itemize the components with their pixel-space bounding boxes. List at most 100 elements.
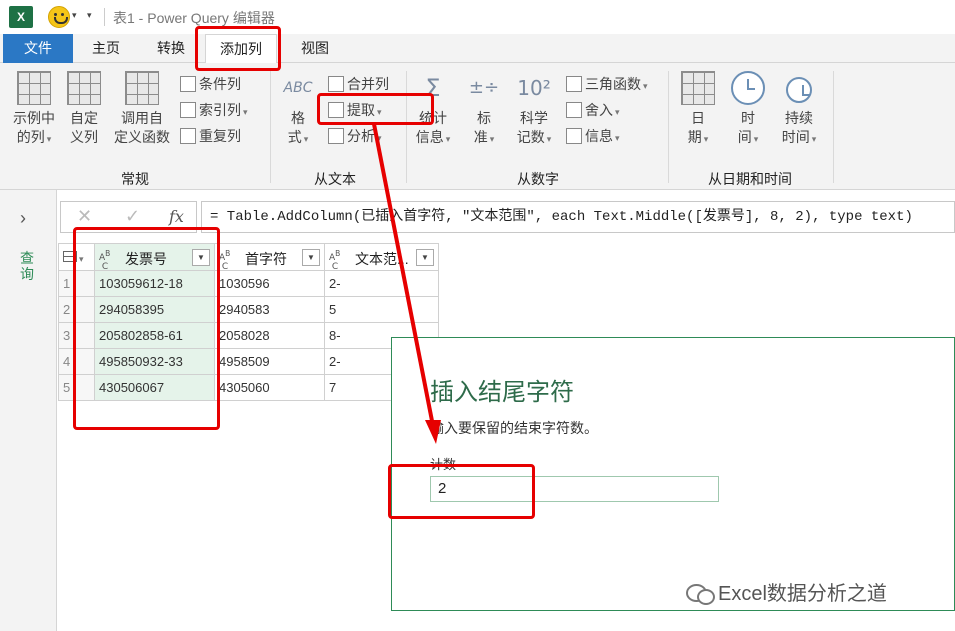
chevron-down-icon: ▾ (546, 134, 552, 144)
parse-button[interactable]: 分析 ▾ (328, 125, 382, 147)
chevron-down-icon: ▾ (703, 134, 709, 144)
column-from-examples-icon (17, 71, 51, 105)
chevron-down-icon: ▾ (377, 133, 382, 143)
tab-transform[interactable]: 转换 (145, 34, 197, 63)
arithmetic-operators-icon: ±÷ (468, 77, 500, 98)
invoke-custom-function-button[interactable]: 调用自 定义函数 (110, 71, 174, 147)
merge-columns-button[interactable]: 合并列 (328, 73, 389, 95)
column-from-examples-label-2: 的列 ▾ (8, 128, 60, 149)
column-header-label: 文本范... (355, 250, 409, 267)
scientific-label-2-text: 记数 (516, 129, 545, 145)
format-label-1: 格 (291, 110, 305, 126)
dialog-description: 输入要保留的结束字符数。 (430, 420, 598, 436)
group-label-from-datetime: 从日期和时间 (708, 171, 792, 187)
time-label-2: 间 ▾ (730, 128, 766, 149)
chevron-down-icon: ▾ (811, 134, 817, 144)
queries-pane-label[interactable]: 查询 (18, 250, 36, 282)
watermark: Excel数据分析之道 (686, 577, 887, 606)
date-label-1: 日 (691, 110, 705, 126)
feedback-smiley-icon[interactable] (48, 6, 70, 28)
duration-label-1: 持续 (785, 110, 813, 126)
date-button[interactable]: 日 期 ▾ (680, 71, 716, 149)
dialog-title: 插入结尾字符 (430, 379, 574, 406)
tab-file[interactable]: 文件 (3, 34, 73, 63)
duplicate-column-button[interactable]: 重复列 (180, 125, 241, 147)
table-cell[interactable]: 2058028 (214, 322, 325, 349)
standard-label-2-text: 准 (473, 129, 488, 145)
rounding-button[interactable]: 舍入 ▾ (566, 99, 620, 121)
formula-input[interactable]: = Table.AddColumn(已插入首字符, "文本范围", each T… (201, 201, 955, 233)
statistics-label-2-text: 信息 (415, 129, 444, 145)
column-header-text-range[interactable]: AB C 文本范... ▼ (324, 243, 439, 271)
smiley-dropdown-icon[interactable]: ▾ (72, 10, 77, 21)
information-button[interactable]: 信息 ▾ (566, 125, 620, 147)
custom-column-button[interactable]: 自定 义列 (66, 71, 102, 147)
trigonometry-button[interactable]: 三角函数 ▾ (566, 73, 648, 95)
watermark-text: Excel数据分析之道 (718, 583, 887, 605)
duration-button[interactable]: 持续 时间 ▾ (776, 71, 822, 149)
tab-view[interactable]: 视图 (290, 34, 340, 63)
information-label: 信息 (585, 128, 613, 144)
chevron-down-icon: ▾ (243, 107, 248, 117)
table-cell[interactable]: 2940583 (214, 296, 325, 323)
fx-icon[interactable]: fx (169, 207, 184, 226)
invoke-custom-function-label-1: 调用自 (121, 110, 163, 126)
excel-app-icon: X (9, 6, 33, 28)
column-header-first-chars[interactable]: AB C 首字符 ▼ (214, 243, 325, 271)
conditional-column-icon (180, 76, 196, 92)
conditional-column-label: 条件列 (199, 76, 241, 92)
date-label-2-text: 期 (687, 129, 702, 145)
table-cell[interactable]: 4958509 (214, 348, 325, 375)
standard-label-2: 准 ▾ (466, 128, 502, 149)
statistics-label-2: 信息 ▾ (413, 128, 453, 149)
custom-column-icon (67, 71, 101, 105)
group-label-general: 常规 (121, 171, 149, 187)
title-bar: X ▾ ▾ 表1 - Power Query 编辑器 (0, 0, 955, 34)
conditional-column-button[interactable]: 条件列 (180, 73, 241, 95)
table-cell[interactable]: 1030596 (214, 270, 325, 297)
duplicate-column-label: 重复列 (199, 128, 241, 144)
cancel-icon[interactable]: ✕ (77, 206, 92, 227)
table-cell[interactable]: 5 (324, 296, 439, 323)
column-from-examples-button[interactable]: 示例中 的列 ▾ (8, 71, 60, 149)
quick-access-customize-icon[interactable]: ▾ (87, 10, 92, 21)
merge-columns-icon (328, 76, 344, 92)
time-button[interactable]: 时 间 ▾ (730, 71, 766, 149)
check-icon[interactable]: ✓ (125, 206, 140, 227)
column-filter-dropdown-icon[interactable]: ▼ (302, 248, 320, 266)
format-abc-icon: ABC (283, 80, 313, 96)
standard-button[interactable]: ±÷ 标 准 ▾ (466, 71, 502, 149)
table-cell[interactable]: 4305060 (214, 374, 325, 401)
triangle-icon (566, 76, 582, 92)
annotation-box-count-input (388, 464, 535, 519)
group-label-from-number: 从数字 (517, 171, 559, 187)
date-label-2: 期 ▾ (680, 128, 716, 149)
scientific-button[interactable]: 10² 科学 记数 ▾ (514, 71, 554, 149)
chevron-down-icon: ▾ (615, 107, 620, 117)
ribbon: 示例中 的列 ▾ 自定 义列 调用自 定义函数 条件列 索引列 ▾ 重复列 常规 A… (0, 63, 955, 190)
stopwatch-icon (786, 77, 812, 103)
column-from-examples-label-2-text: 的列 (16, 129, 45, 145)
chevron-down-icon: ▾ (46, 134, 52, 144)
format-button[interactable]: ABC 格 式 ▾ (280, 71, 316, 149)
column-filter-dropdown-icon[interactable]: ▼ (416, 248, 434, 266)
calendar-icon (681, 71, 715, 105)
expand-pane-chevron-icon[interactable]: › (20, 208, 26, 229)
window-title: 表1 - Power Query 编辑器 (113, 10, 275, 26)
chevron-down-icon: ▾ (615, 133, 620, 143)
group-divider (668, 71, 669, 183)
standard-label-1: 标 (477, 110, 491, 126)
scientific-label-1: 科学 (520, 110, 548, 126)
time-label-2-text: 间 (737, 129, 752, 145)
annotation-box-invoice-column (73, 227, 220, 430)
column-from-examples-label-1: 示例中 (13, 110, 55, 126)
time-label-1: 时 (741, 110, 755, 126)
custom-column-label-2: 义列 (70, 129, 98, 145)
index-column-button[interactable]: 索引列 ▾ (180, 99, 248, 121)
information-icon (566, 128, 582, 144)
table-cell[interactable]: 2- (324, 270, 439, 297)
group-label-from-text: 从文本 (314, 171, 356, 187)
chevron-down-icon: ▾ (489, 134, 495, 144)
trigonometry-label: 三角函数 (585, 76, 641, 92)
tab-home[interactable]: 主页 (80, 34, 132, 63)
